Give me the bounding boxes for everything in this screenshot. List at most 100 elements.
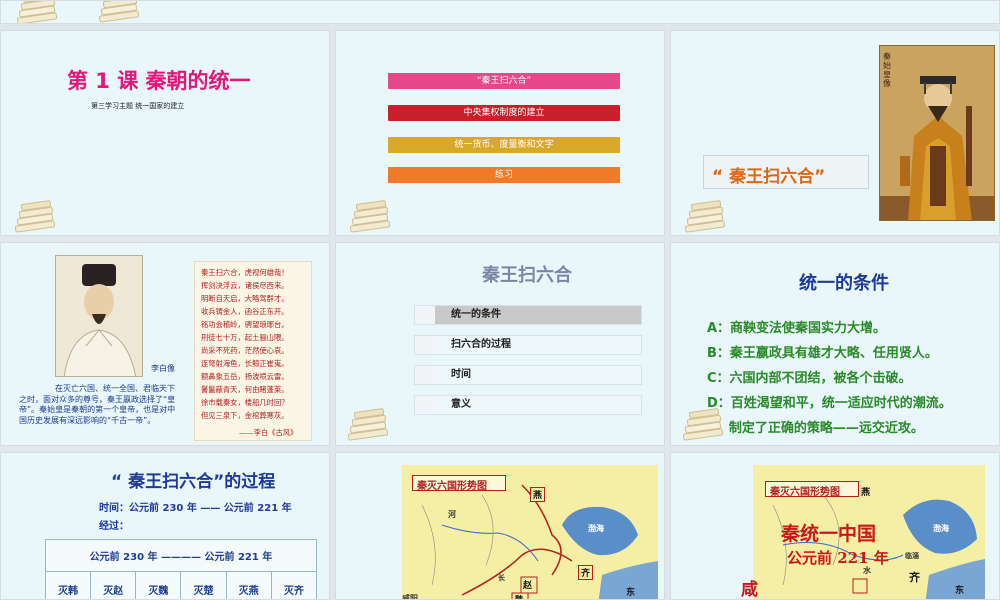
books-decoration [679, 197, 729, 233]
kingdoms-table: 公元前 230 年 ———— 公元前 221 年 灭韩 灭赵 灭魏 灭楚 灭燕 … [44, 539, 318, 599]
map-title: 秦灭六国形势图 [770, 487, 840, 498]
label-chang: 长 [498, 573, 505, 582]
poem-line: 明断自天启，大略驾群才。 [201, 294, 289, 303]
libai-portrait-image [56, 256, 142, 376]
table-cell: 灭燕 [225, 571, 272, 599]
books-decoration [11, 1, 61, 23]
caption-text: “ 秦王扫六合” [712, 167, 826, 187]
slide-title: 第 1 课 秦朝的统一 [67, 69, 251, 93]
map-title-box: 秦灭六国形势图 [412, 475, 506, 492]
label-sea: 渤海 [933, 523, 949, 533]
slide-thumbnail-9[interactable]: 秦灭六国形势图 燕 秦统一中国 公元前 221 年 渤海 临淄 齐 水 东 咸 [670, 452, 1000, 600]
label-xian: 咸 [741, 580, 758, 600]
books-decoration [342, 405, 392, 441]
menu-bar-label: 统一货币、度量衡和文字 [454, 140, 554, 150]
portrait-inscription: 秦始皇像 [883, 52, 891, 88]
menu-bar-2[interactable]: 中央集权制度的建立 [388, 105, 620, 121]
overlay-year: 公元前 221 年 [787, 549, 889, 567]
slide-thumbnail-1[interactable]: 第 1 课 秦朝的统一 第三学习主题 统一国家的建立 [0, 30, 330, 236]
poem-line: 尚采不死药，茫然使心哀。 [201, 346, 289, 355]
slide-thumbnail-6[interactable]: 统一的条件 A：商鞅变法使秦国实力大增。 B：秦王嬴政具有雄才大略、任用贤人。 … [670, 242, 1000, 446]
poem-line: 额鼻象五岳，扬波喷云雷。 [201, 372, 289, 381]
caption-box: “ 秦王扫六合” [703, 155, 869, 189]
label-sea: 渤海 [588, 523, 604, 533]
top-partial-slide [0, 0, 1000, 24]
toc-item-label: 意义 [451, 399, 471, 410]
table-cell: 灭楚 [180, 571, 227, 599]
process-label: 经过： [99, 521, 129, 532]
portrait-caption: 李白像 [151, 364, 175, 373]
map-image: 秦灭六国形势图 燕 渤海 齐 赵 魏 河 东 长 咸阳 [402, 465, 658, 600]
table-header: 公元前 230 年 ———— 公元前 221 年 [45, 539, 317, 572]
menu-bar-3[interactable]: 统一货币、度量衡和文字 [388, 137, 620, 153]
description-text: 在灭亡六国、统一全国、君临天下之时，面对众多的尊号，秦王嬴政选择了“皇帝”。秦始… [19, 384, 176, 425]
toc-item-label: 扫六合的过程 [451, 339, 511, 350]
poem-card: 秦王扫六合，虎视何雄哉！ 挥剑决浮云，诸侯尽西来。 明断自天启，大略驾群才。 收… [194, 261, 312, 441]
slide-thumbnail-4[interactable]: 李白像 在灭亡六国、统一全国、君临天下之时，面对众多的尊号，秦王嬴政选择了“皇帝… [0, 242, 330, 446]
condition-e: E：制定了正确的策略——远交近攻。 [707, 421, 924, 436]
condition-a: A：商鞅变法使秦国实力大增。 [707, 321, 887, 336]
label-qi: 齐 [578, 565, 594, 580]
table-cell: 灭齐 [270, 571, 318, 599]
slide-thumbnail-2[interactable]: “秦王扫六合” 中央集权制度的建立 统一货币、度量衡和文字 练习 [335, 30, 665, 236]
table-cell: 灭魏 [135, 571, 182, 599]
poem-line: 但见三泉下，金棺葬寒灰。 [201, 411, 289, 420]
label-shui: 水 [863, 565, 871, 575]
table-cell: 灭赵 [90, 571, 137, 599]
slide-title: 统一的条件 [799, 273, 889, 294]
label-linzi: 临淄 [905, 551, 919, 560]
slide-thumbnail-3[interactable]: “ 秦王扫六合” 秦始皇像 [670, 30, 1000, 236]
label-qi: 齐 [909, 571, 920, 584]
poem-line: 连弩射海鱼，长鲸正崔嵬。 [201, 359, 289, 368]
slide-thumbnail-5[interactable]: 秦王扫六合 统一的条件 扫六合的过程 时间 意义 [335, 242, 665, 446]
slide-title: “ 秦王扫六合”的过程 [111, 472, 276, 492]
time-line: 时间：公元前 230 年 —— 公元前 221 年 [99, 503, 292, 514]
poem-line: 徐市载秦女，楼船几时回？ [201, 398, 289, 407]
condition-c: C：六国内部不团结，被各个击破。 [707, 371, 912, 386]
poem-line: 收兵铸金人，函谷正东开。 [201, 307, 289, 316]
toc-item-significance[interactable]: 意义 [414, 395, 642, 415]
books-decoration [93, 1, 143, 23]
label-xianyang: 咸阳 [402, 593, 418, 600]
emperor-portrait: 秦始皇像 [879, 45, 995, 221]
overlay-title: 秦统一中国 [781, 523, 877, 545]
menu-bar-label: “秦王扫六合” [476, 76, 532, 86]
books-decoration [677, 405, 727, 441]
menu-bar-label: 练习 [494, 170, 513, 180]
label-yan: 燕 [530, 487, 546, 502]
toc-item-label: 时间 [451, 369, 471, 380]
label-zhao: 赵 [523, 581, 533, 591]
poem-author: ——李白《古风》 [239, 428, 298, 437]
map-image: 秦灭六国形势图 燕 秦统一中国 公元前 221 年 渤海 临淄 齐 水 东 [753, 465, 985, 599]
slide-subtitle: 第三学习主题 统一国家的建立 [91, 102, 185, 110]
menu-bar-4[interactable]: 练习 [388, 167, 620, 183]
condition-d: D：百姓渴望和平，统一适应时代的潮流。 [707, 396, 952, 411]
poem-line: 铭功会稽岭，骋望琅琊台。 [201, 320, 289, 329]
label-he: 河 [448, 509, 456, 519]
map-title: 秦灭六国形势图 [417, 481, 487, 492]
label-east: 东 [626, 588, 636, 598]
books-decoration [9, 197, 59, 233]
toc-item-label: 统一的条件 [451, 309, 501, 320]
table-cell: 灭韩 [44, 571, 92, 599]
label-yan: 燕 [861, 488, 871, 498]
books-decoration [344, 197, 394, 233]
label-east: 东 [955, 586, 965, 596]
toc-item-conditions[interactable]: 统一的条件 [414, 305, 642, 325]
condition-b: B：秦王嬴政具有雄才大略、任用贤人。 [707, 346, 938, 361]
poem-line: 鬐鬣蔽青天，何由睹蓬莱。 [201, 385, 289, 394]
poem-line: 刑徒七十万，起土骊山隈。 [201, 333, 289, 342]
label-wei: 魏 [515, 594, 523, 600]
poem-line: 秦王扫六合，虎视何雄哉！ [201, 268, 289, 277]
libai-portrait [55, 255, 143, 377]
menu-bar-label: 中央集权制度的建立 [463, 108, 545, 118]
slide-thumbnail-7[interactable]: “ 秦王扫六合”的过程 时间：公元前 230 年 —— 公元前 221 年 经过… [0, 452, 330, 600]
map-title-box: 秦灭六国形势图 [765, 481, 859, 498]
toc-item-time[interactable]: 时间 [414, 365, 642, 385]
emperor-portrait-image [880, 46, 994, 220]
slide-title: 秦王扫六合 [482, 265, 572, 286]
toc-item-process[interactable]: 扫六合的过程 [414, 335, 642, 355]
poem-line: 挥剑决浮云，诸侯尽西来。 [201, 281, 289, 290]
menu-bar-1[interactable]: “秦王扫六合” [388, 73, 620, 89]
slide-thumbnail-8[interactable]: 秦灭六国形势图 燕 渤海 齐 赵 魏 河 东 长 咸阳 [335, 452, 665, 600]
